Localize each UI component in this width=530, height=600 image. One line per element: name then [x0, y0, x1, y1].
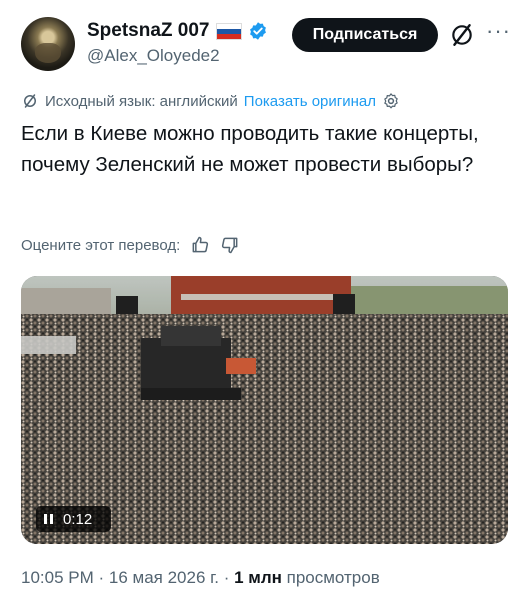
translation-bar: Исходный язык: английский Показать ориги…: [21, 92, 400, 110]
source-language-label: Исходный язык: английский: [45, 92, 238, 110]
avatar[interactable]: [21, 17, 75, 71]
tweet-header: SpetsnaZ 007 @Alex_Oloyede2 Подписаться …: [0, 0, 530, 80]
author-handle[interactable]: @Alex_Oloyede2: [87, 46, 220, 66]
gear-icon[interactable]: [382, 92, 400, 110]
more-options-button[interactable]: ···: [486, 18, 511, 44]
subscribe-button[interactable]: Подписаться: [292, 18, 438, 52]
verified-icon[interactable]: [248, 21, 268, 41]
author-name-row: SpetsnaZ 007: [87, 20, 268, 42]
concert-video[interactable]: [21, 276, 508, 544]
thumbs-down-icon[interactable]: [220, 235, 240, 255]
tweet-text: Если в Киеве можно проводить такие конце…: [21, 122, 479, 176]
rate-translation-bar: Оцените этот перевод:: [21, 235, 240, 255]
meta-separator: ·: [93, 568, 109, 587]
rate-translation-label: Оцените этот перевод:: [21, 236, 181, 254]
post-time[interactable]: 10:05 PM: [21, 568, 94, 587]
thumbs-up-icon[interactable]: [190, 235, 210, 255]
video-timer[interactable]: 0:12: [36, 506, 111, 532]
video-duration: 0:12: [63, 510, 93, 528]
concert-crowd-image: [21, 276, 508, 544]
translate-icon: [24, 94, 36, 108]
meta-separator: ·: [218, 568, 235, 587]
tweet-meta: 10:05 PM · 16 мая 2026 г. · 1 млн просмо…: [21, 568, 380, 588]
pause-icon[interactable]: [44, 514, 53, 524]
author-display-name[interactable]: SpetsnaZ 007: [87, 20, 210, 42]
russia-flag-icon: [215, 22, 242, 40]
views-count: 1 млн: [234, 568, 282, 587]
views-label: просмотров: [281, 568, 380, 587]
post-date[interactable]: 16 мая 2026 г.: [109, 568, 219, 587]
show-original-link[interactable]: Показать оригинал: [244, 93, 376, 110]
slashed-circle-icon[interactable]: [449, 22, 475, 48]
